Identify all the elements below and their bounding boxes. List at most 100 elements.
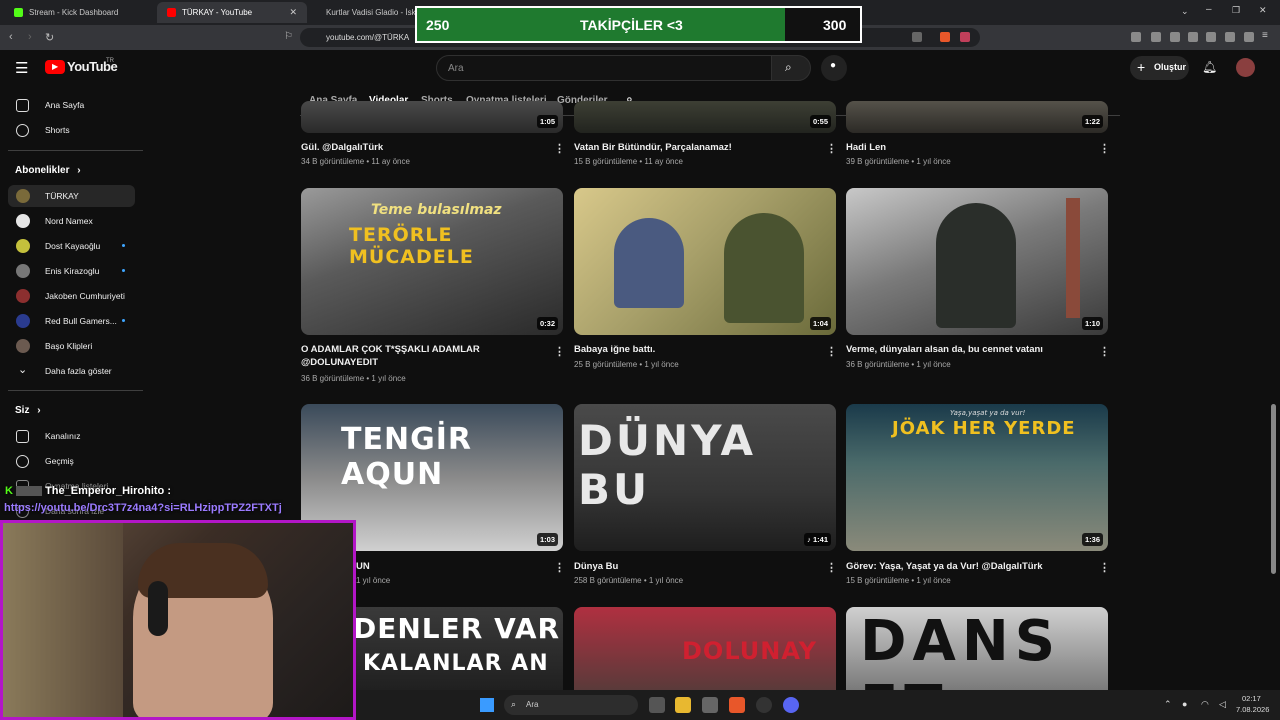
sidebar-item-nord-namex[interactable]: Nord Namex — [8, 210, 135, 232]
extensions-icon[interactable] — [1131, 32, 1141, 42]
sidebar-item-history[interactable]: Geçmiş — [8, 450, 135, 472]
video-thumbnail[interactable]: DOLUNAY — [574, 607, 836, 690]
browser-tab-youtube[interactable]: TÜRKAY - YouTube ✕ — [157, 2, 307, 23]
subscriptions-heading[interactable]: Abonelikler › — [15, 165, 81, 176]
cast-icon[interactable] — [912, 32, 922, 42]
taskbar-time[interactable]: 02:17 — [1242, 694, 1261, 703]
video-title[interactable]: Verme, dünyaları alsan da, bu cennet vat… — [846, 343, 1086, 356]
close-window-icon[interactable]: ✕ — [1259, 5, 1267, 16]
video-title[interactable]: Görev: Yaşa, Yaşat ya da Vur! @DalgalıTü… — [846, 560, 1086, 573]
sidebar-item-enis-kirazoglu[interactable]: Enis Kirazoglu — [8, 260, 135, 282]
minimize-icon[interactable]: – — [1206, 4, 1212, 15]
more-options-icon[interactable]: ⋮ — [554, 561, 565, 574]
volume-icon[interactable]: ◁ — [1219, 699, 1226, 710]
video-thumbnail[interactable]: DÜNYA BU ♪ 1:41 — [574, 404, 836, 551]
search-input[interactable]: Ara — [436, 55, 772, 81]
mic-icon[interactable]: ● — [1182, 699, 1187, 709]
more-options-icon[interactable]: ⋮ — [1099, 345, 1110, 358]
sidebar-item-turkay[interactable]: TÜRKAY — [8, 185, 135, 207]
voice-search-button[interactable]: ● — [821, 55, 847, 81]
leo-icon[interactable] — [1225, 32, 1235, 42]
brave-shield-icon[interactable] — [940, 32, 950, 42]
video-title[interactable]: Hadi Len — [846, 141, 1086, 154]
wifi-icon[interactable]: ◠ — [1201, 699, 1209, 710]
close-tab-icon[interactable]: ✕ — [289, 7, 297, 18]
browser-tab-gladio[interactable]: Kurtlar Vadisi Gladio - İsk — [310, 2, 420, 23]
video-title[interactable]: Gül. @DalgalıTürk — [301, 141, 541, 154]
show-more-button[interactable]: ⌄ Daha fazla göster — [8, 360, 135, 382]
sidebar-item-label: Nord Namex — [45, 216, 93, 226]
chat-message-text: https://youtu.be/Drc3T7z4na4?si=RLHzippT… — [4, 502, 282, 514]
share-icon[interactable] — [1170, 32, 1180, 42]
vpn-icon[interactable] — [1244, 32, 1254, 42]
video-title[interactable]: Vatan Bir Bütündür, Parçalanamaz! — [574, 141, 814, 154]
sidebar-item-label: Enis Kirazoglu — [45, 266, 100, 276]
you-heading[interactable]: Siz › — [15, 405, 41, 416]
discord-icon[interactable] — [783, 697, 799, 713]
download-icon[interactable] — [1151, 32, 1161, 42]
page-scrollbar[interactable] — [1271, 404, 1276, 574]
plus-icon: + — [1137, 59, 1146, 75]
maximize-icon[interactable]: ❐ — [1232, 5, 1240, 16]
video-thumbnail[interactable]: Teme bulasılmaz TERÖRLE MÜCADELE 0:32 — [301, 188, 563, 335]
tab-list-icon[interactable]: ⌄ — [1181, 6, 1189, 17]
taskbar-search[interactable]: ⌕ Ara — [504, 695, 638, 715]
sidebar-item-home[interactable]: Ana Sayfa — [8, 94, 135, 116]
taskbar-date[interactable]: 7.08.2026 — [1236, 705, 1269, 714]
video-thumbnail[interactable]: 1:10 — [846, 188, 1108, 335]
forward-icon[interactable]: › — [28, 31, 32, 43]
youtube-logo-icon[interactable]: ▶ — [45, 60, 65, 74]
obs-icon[interactable] — [756, 697, 772, 713]
sidebar-toggle-icon[interactable] — [1188, 32, 1198, 42]
video-thumbnail[interactable]: Yaşa,yaşat ya da vur! JÖAK HER YERDE 1:3… — [846, 404, 1108, 551]
sidebar-item-red-bull[interactable]: Red Bull Gamers... — [8, 310, 135, 332]
channel-avatar — [16, 214, 30, 228]
wallet-icon[interactable] — [1206, 32, 1216, 42]
video-thumbnail[interactable]: 1:05 — [301, 101, 563, 133]
menu-icon[interactable]: ≡ — [1262, 30, 1272, 41]
hamburger-menu-icon[interactable]: ☰ — [15, 59, 28, 77]
thumbnail-text: DANS ET — [860, 609, 1062, 690]
more-options-icon[interactable]: ⋮ — [826, 561, 837, 574]
sidebar-item-label: Red Bull Gamers... — [45, 316, 117, 326]
notifications-bell-icon[interactable]: 🔔︎ — [1202, 60, 1217, 74]
windows-start-icon[interactable] — [480, 698, 494, 712]
video-title[interactable]: Dünya Bu — [574, 560, 814, 573]
more-options-icon[interactable]: ⋮ — [826, 345, 837, 358]
divider — [8, 150, 143, 151]
back-icon[interactable]: ‹ — [9, 31, 13, 43]
thumbnail-text: KALANLAR AN — [363, 651, 549, 676]
avatar[interactable] — [1236, 58, 1255, 77]
browser-tab-kick[interactable]: Stream - Kick Dashboard — [4, 2, 154, 23]
store-icon[interactable] — [702, 697, 718, 713]
sidebar-item-shorts[interactable]: Shorts — [8, 119, 135, 141]
video-thumbnail[interactable]: 0:55 — [574, 101, 836, 133]
bookmark-icon[interactable]: ⚐ — [284, 31, 293, 42]
rewards-icon[interactable] — [960, 32, 970, 42]
chevron-up-icon[interactable]: ⌃ — [1164, 699, 1172, 710]
sidebar-item-baso[interactable]: Başo Klipleri — [8, 335, 135, 357]
more-options-icon[interactable]: ⋮ — [1099, 561, 1110, 574]
video-thumbnail[interactable]: 1:22 — [846, 101, 1108, 133]
video-thumbnail[interactable]: 1:04 — [574, 188, 836, 335]
search-button[interactable]: ⌕ — [771, 55, 811, 81]
reload-icon[interactable]: ↻ — [45, 31, 54, 44]
video-thumbnail[interactable]: DANS ET — [846, 607, 1108, 690]
more-options-icon[interactable]: ⋮ — [554, 142, 565, 155]
more-options-icon[interactable]: ⋮ — [1099, 142, 1110, 155]
sidebar-item-jakoben[interactable]: Jakoben Cumhuriyeti — [8, 285, 135, 307]
more-options-icon[interactable]: ⋮ — [554, 345, 565, 358]
video-meta: 36 B görüntüleme • 1 yıl önce — [846, 360, 951, 369]
brave-icon[interactable] — [729, 697, 745, 713]
more-options-icon[interactable]: ⋮ — [826, 142, 837, 155]
task-view-icon[interactable] — [649, 697, 665, 713]
sidebar-item-label: Jakoben Cumhuriyeti — [45, 291, 125, 301]
sidebar-item-dost-kayaoglu[interactable]: Dost Kayaoğlu — [8, 235, 135, 257]
create-button[interactable]: + Oluştur — [1130, 56, 1189, 80]
video-title[interactable]: O ADAMLAR ÇOK T*ŞŞAKLI ADAMLAR @DOLUNAYE… — [301, 343, 541, 369]
video-meta: 36 B görüntüleme • 1 yıl önce — [301, 374, 406, 383]
video-title[interactable]: Babaya iğne battı. — [574, 343, 814, 356]
sidebar-item-your-channel[interactable]: Kanalınız — [8, 425, 135, 447]
file-explorer-icon[interactable] — [675, 697, 691, 713]
sidebar-item-label: Ana Sayfa — [45, 100, 85, 110]
